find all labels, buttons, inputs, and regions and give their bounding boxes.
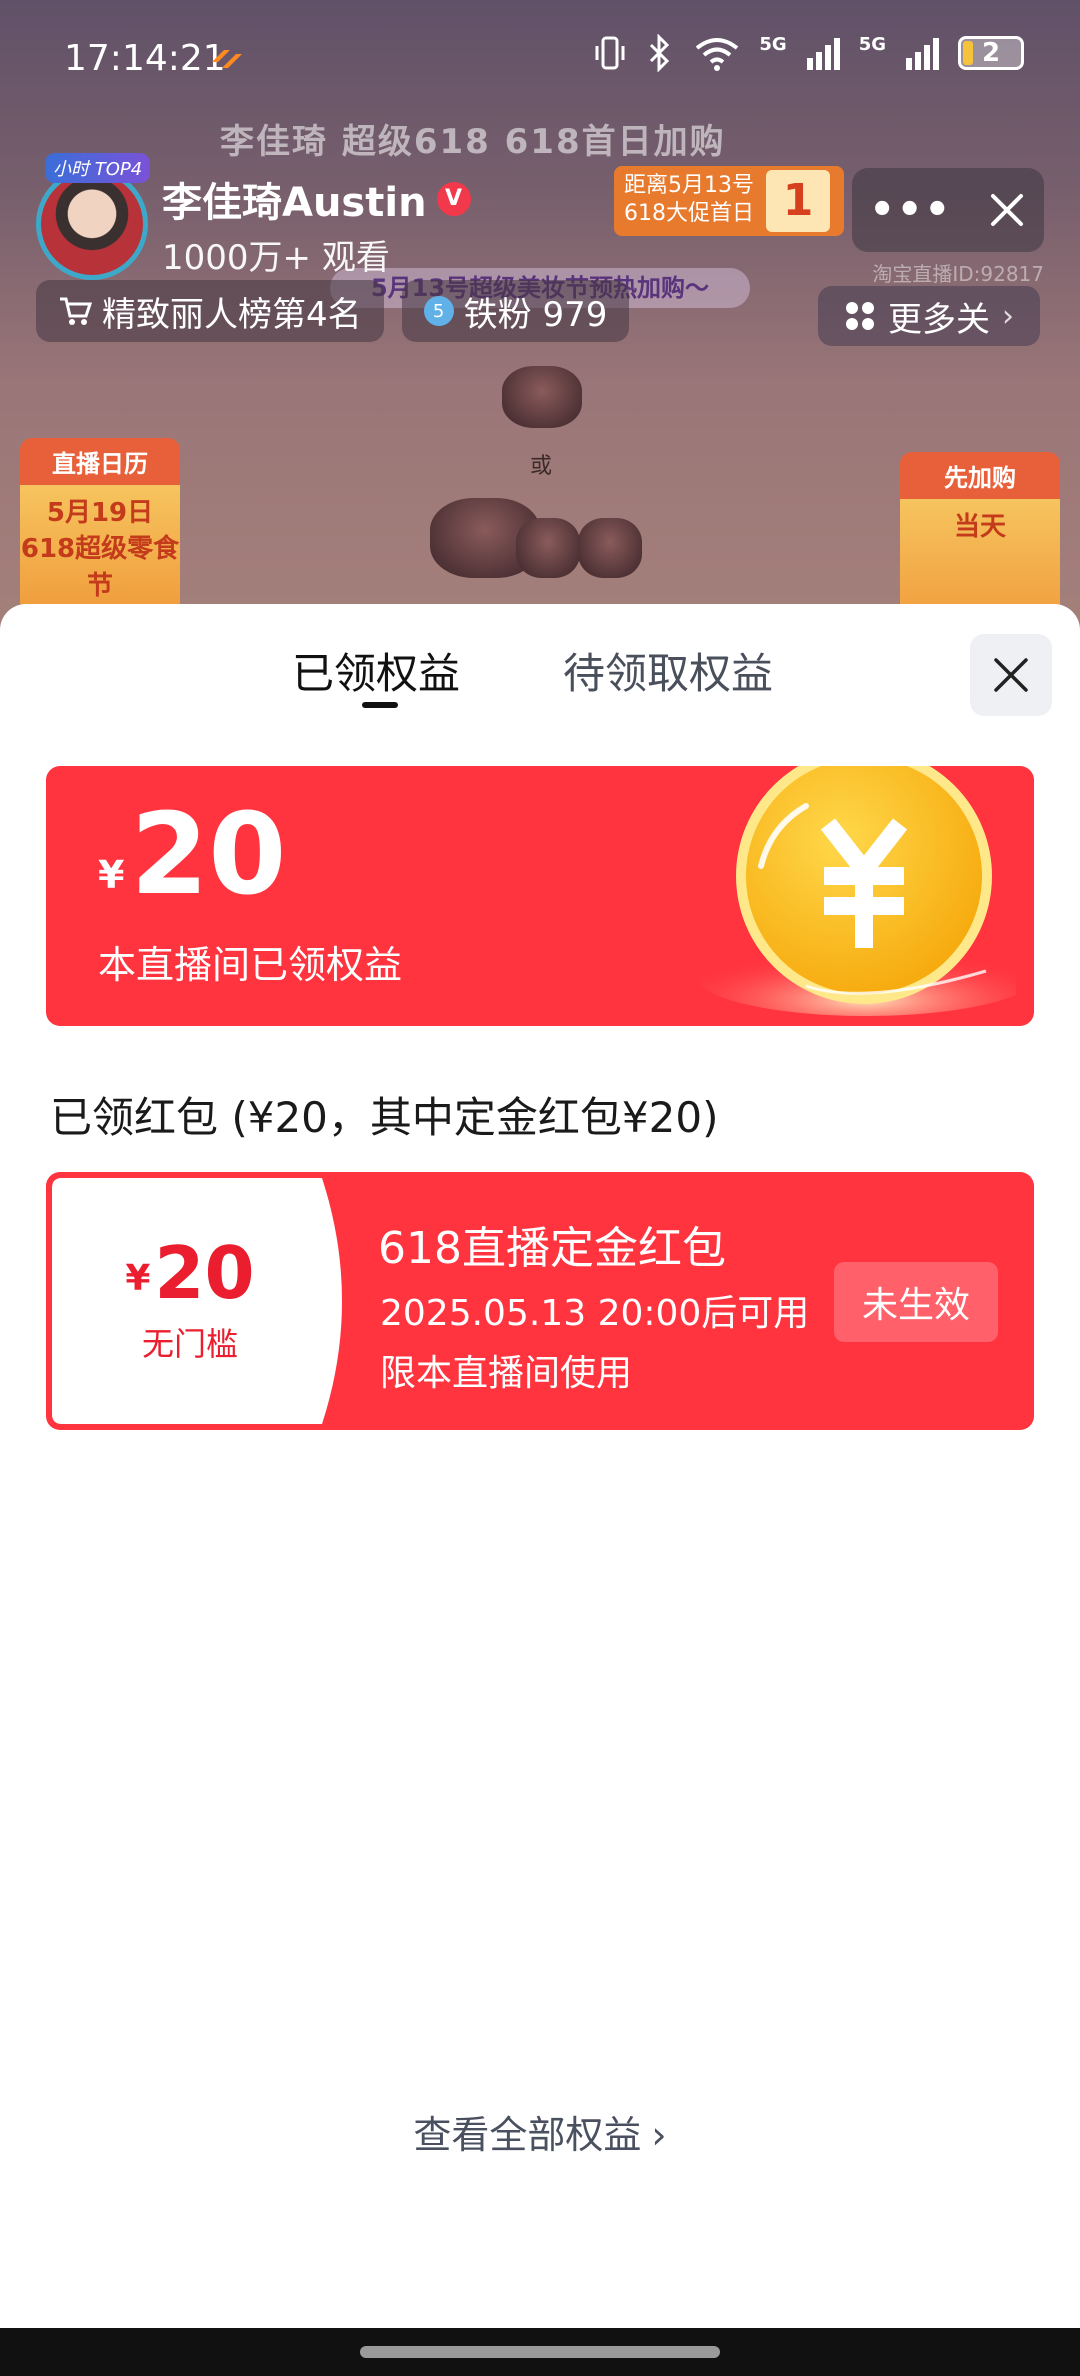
tab-claimed[interactable]: 已领权益	[292, 640, 460, 701]
coupon-title: 618直播定金红包	[378, 1223, 726, 1274]
rank-chip-label: 精致丽人榜第4名	[102, 294, 362, 335]
status-bar: 17:14:21 5G 5G 2	[0, 0, 1080, 120]
top-actions: •••	[852, 168, 1044, 252]
coupon-status-badge: 未生效	[834, 1262, 998, 1342]
verified-icon: V	[436, 181, 471, 216]
signal-5g-label-2: 5G	[858, 34, 886, 55]
fans-chip-label: 铁粉 979	[463, 294, 608, 335]
product-jar	[578, 518, 642, 578]
fans-chip[interactable]: 5 铁粉 979	[401, 280, 630, 342]
summary-value: 20	[130, 790, 287, 920]
countdown-text: 距离5月13号 618大促首日	[624, 173, 754, 226]
signal-icon-2	[906, 38, 939, 70]
or-label: 或	[530, 454, 553, 479]
wifi-icon	[696, 38, 739, 71]
host-rank-tag: 小时 TOP4	[45, 153, 151, 183]
coupon-value-block: ¥ 20 无门槛	[52, 1178, 328, 1424]
rank-chip[interactable]: 精致丽人榜第4名	[36, 280, 384, 342]
summary-currency: ¥	[98, 853, 125, 898]
grid-icon	[846, 302, 874, 330]
active-tab-indicator	[362, 702, 398, 708]
benefit-tabs: 已领权益 待领取权益	[0, 640, 1080, 700]
cart-card-head: 先加购	[900, 452, 1060, 499]
battery-level: 2	[981, 38, 1001, 68]
bluetooth-icon	[650, 34, 670, 72]
chevron-right-icon: ›	[651, 2113, 667, 2157]
calendar-card-body: 5月19日 618超级零食节	[20, 498, 180, 601]
close-icon	[994, 658, 1028, 692]
tab-pending[interactable]: 待领取权益	[563, 640, 773, 701]
signal-5g-label: 5G	[759, 34, 787, 55]
more-options-icon[interactable]: •••	[869, 190, 952, 230]
stream-chips: 精致丽人榜第4名 5 铁粉 979	[36, 280, 630, 342]
view-all-label: 查看全部权益	[413, 2113, 642, 2157]
promo-strip: 李佳琦 超级618 618首日加购	[220, 122, 726, 162]
cart-card-body: 当天	[953, 512, 1006, 542]
system-icons: 5G 5G 2	[593, 34, 1024, 72]
product-jar	[502, 366, 582, 428]
yuan-coin-icon	[696, 766, 1016, 1016]
more-related-chip[interactable]: 更多关 ›	[818, 286, 1040, 346]
home-indicator[interactable]	[360, 2346, 720, 2358]
coupon-condition: 无门槛	[141, 1325, 238, 1363]
coupon-valid-from: 2025.05.13 20:00后可用	[380, 1293, 810, 1334]
signal-icon	[806, 38, 840, 70]
claimed-red-packets-title: 已领红包 (¥20，其中定金红包¥20)	[50, 1093, 719, 1142]
coupon-value: 20	[154, 1231, 255, 1315]
vibrate-icon	[595, 36, 625, 70]
cart-icon	[60, 297, 92, 325]
host-name: 李佳琦Austin	[162, 179, 427, 226]
countdown-banner: 距离5月13号 618大促首日 1	[614, 166, 844, 236]
battery-icon: 2	[958, 36, 1024, 70]
coupon-amount: ¥ 20	[125, 1237, 254, 1309]
summary-amount: ¥ 20	[98, 790, 287, 920]
live-calendar-card[interactable]: 直播日历 5月19日 618超级零食节	[20, 438, 180, 618]
more-related-label: 更多关	[888, 299, 990, 340]
benefits-sheet: 已领权益 待领取权益 ¥ 20 本直播间已领权益 已领红包 (¥20，其中定金红…	[0, 604, 1080, 2328]
status-time: 17:14:21	[64, 38, 226, 79]
view-all-benefits-link[interactable]: 查看全部权益 ›	[0, 2104, 1080, 2159]
system-navigation-bar	[0, 2328, 1080, 2376]
taobao-notification-icon	[212, 50, 242, 68]
close-stream-icon[interactable]	[987, 190, 1027, 230]
close-sheet-button[interactable]	[970, 634, 1052, 716]
product-jar	[516, 518, 580, 578]
host-avatar[interactable]: 小时 TOP4	[36, 153, 151, 280]
coupon-scope: 限本直播间使用	[380, 1353, 633, 1394]
coupon-currency: ¥	[125, 1258, 151, 1299]
countdown-number: 1	[766, 170, 830, 232]
claimed-summary-card: ¥ 20 本直播间已领权益	[46, 766, 1034, 1026]
chevron-right-icon: ›	[1002, 298, 1014, 334]
summary-label: 本直播间已领权益	[98, 943, 403, 987]
viewer-count: 1000万+ 观看	[162, 237, 390, 278]
host-info-card[interactable]: 小时 TOP4 李佳琦Austin V 1000万+ 观看	[36, 153, 471, 280]
fan-level-icon: 5	[423, 296, 454, 326]
red-packet-coupon[interactable]: ¥ 20 无门槛 618直播定金红包 2025.05.13 20:00后可用 限…	[46, 1172, 1034, 1430]
calendar-card-head: 直播日历	[20, 438, 180, 485]
room-id: 淘宝直播ID:92817	[872, 262, 1044, 286]
